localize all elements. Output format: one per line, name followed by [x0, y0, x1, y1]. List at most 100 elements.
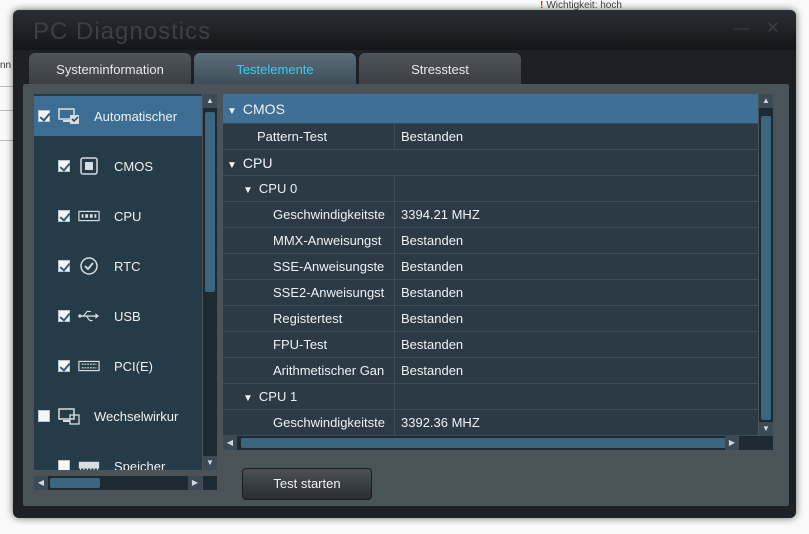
checkbox[interactable] [58, 260, 70, 272]
checkbox[interactable] [58, 210, 70, 222]
tab-stresstest[interactable]: Stresstest [359, 53, 521, 85]
checkbox[interactable] [58, 160, 70, 172]
scroll-left-icon[interactable]: ◀ [34, 476, 48, 490]
tree-horizontal-scrollbar[interactable]: ◀ ▶ [34, 476, 202, 490]
table-row[interactable]: MMX-Anweisungst Bestanden [223, 228, 758, 254]
column-separator [394, 410, 395, 436]
scrollbar-corner [203, 476, 217, 490]
column-separator [394, 280, 395, 306]
column-separator [394, 124, 395, 150]
table-row[interactable]: Registertest Bestanden [223, 306, 758, 332]
row-name: Geschwindigkeitste [273, 207, 385, 222]
row-value: Bestanden [401, 363, 464, 378]
checkbox[interactable] [38, 110, 50, 122]
scroll-up-icon[interactable]: ▲ [759, 94, 773, 108]
table-row[interactable]: ▼ CPU 1 [223, 384, 758, 410]
cpu-icon [78, 207, 100, 225]
table-row[interactable]: Pattern-Test Bestanden [223, 124, 758, 150]
monitor-check-icon [58, 107, 80, 125]
table-row[interactable]: ▼ CMOS [223, 94, 758, 124]
row-value: Bestanden [401, 311, 464, 326]
table-row[interactable]: Arithmetischer Gan Bestanden [223, 358, 758, 384]
scroll-right-icon[interactable]: ▶ [725, 436, 739, 450]
row-name: SSE-Anweisungste [273, 259, 385, 274]
tab-testelemente[interactable]: Testelemente [194, 53, 356, 85]
scroll-down-icon[interactable]: ▼ [203, 456, 217, 470]
table-row[interactable]: Geschwindigkeitste 3392.36 MHZ [223, 410, 758, 436]
tree-item-speicher[interactable]: Speicher [58, 446, 165, 470]
checkbox[interactable] [38, 410, 50, 422]
expand-triangle-icon[interactable]: ▼ [227, 160, 237, 171]
table-row[interactable]: ▼ CPU 0 [223, 176, 758, 202]
row-name: CPU 1 [258, 389, 298, 404]
memory-icon [78, 457, 100, 470]
row-value: Bestanden [401, 259, 464, 274]
results-horizontal-scrollbar[interactable]: ◀ ▶ [223, 436, 759, 450]
tree-item-wechselwirkung[interactable]: Wechselwirkur [38, 396, 178, 436]
table-row[interactable]: SSE2-Anweisungst Bestanden [223, 280, 758, 306]
tree-item-rtc[interactable]: RTC [58, 246, 140, 286]
minimize-button[interactable]: — [732, 20, 750, 38]
scroll-right-icon[interactable]: ▶ [188, 476, 202, 490]
scroll-left-icon[interactable]: ◀ [223, 436, 237, 450]
expand-triangle-icon[interactable]: ▼ [243, 185, 253, 196]
column-separator [394, 306, 395, 332]
checkbox[interactable] [58, 360, 70, 372]
row-name: FPU-Test [273, 337, 328, 352]
tree-vertical-scrollbar[interactable]: ▲ ▼ [203, 94, 217, 470]
scroll-down-icon[interactable]: ▼ [759, 422, 773, 436]
table-row[interactable]: SSE-Anweisungste Bestanden [223, 254, 758, 280]
tab-content: Automatischer CMOS CPU RTC USB PCI(E) We… [23, 84, 789, 506]
tab-systeminformation[interactable]: Systeminformation [29, 53, 191, 85]
close-button[interactable]: ✕ [764, 20, 782, 38]
tree-item-usb[interactable]: USB [58, 296, 141, 336]
row-name: MMX-Anweisungst [273, 233, 382, 248]
table-row[interactable]: Geschwindigkeitste 3394.21 MHZ [223, 202, 758, 228]
row-value: Bestanden [401, 129, 464, 144]
expand-triangle-icon[interactable]: ▼ [243, 393, 253, 404]
expand-triangle-icon[interactable]: ▼ [227, 106, 237, 117]
tree-item-label: USB [114, 308, 141, 324]
row-name: Geschwindigkeitste [273, 415, 385, 430]
row-value: Bestanden [401, 285, 464, 300]
row-value: Bestanden [401, 337, 464, 352]
row-name: CPU 0 [258, 181, 298, 196]
tree-item-cmos[interactable]: CMOS [58, 146, 153, 186]
table-row[interactable]: FPU-Test Bestanden [223, 332, 758, 358]
tree-item-label: Speicher [114, 458, 166, 471]
diagnostics-window: PC Diagnostics — ✕ Systeminformation Tes… [13, 10, 796, 518]
scroll-thumb[interactable] [50, 478, 100, 488]
column-separator [394, 254, 395, 280]
window-titlebar[interactable]: PC Diagnostics — ✕ [13, 10, 796, 50]
row-name: SSE2-Anweisungst [273, 285, 385, 300]
table-row[interactable]: ▼ CPU [223, 150, 758, 176]
tree-item-label: PCI(E) [114, 358, 153, 374]
scroll-up-icon[interactable]: ▲ [203, 94, 217, 108]
column-separator [394, 176, 395, 202]
checkbox[interactable] [58, 460, 70, 470]
scroll-thumb[interactable] [241, 438, 731, 448]
tree-item-label: CPU [114, 208, 142, 224]
tree-item-cpu[interactable]: CPU [58, 196, 141, 236]
checkbox[interactable] [58, 310, 70, 322]
background-header-strip: ! Wichtigkeit: hoch [540, 0, 740, 11]
scrollbar-corner [759, 436, 773, 450]
background-left-fragment: nn [0, 60, 12, 71]
tree-item-label: RTC [114, 258, 141, 274]
test-item-tree: Automatischer CMOS CPU RTC USB PCI(E) We… [34, 94, 202, 470]
scroll-thumb[interactable] [205, 112, 215, 292]
scroll-thumb[interactable] [761, 116, 771, 420]
column-separator [394, 202, 395, 228]
column-separator [394, 332, 395, 358]
row-name: CPU [242, 155, 273, 171]
tree-item-automatischer[interactable]: Automatischer [34, 96, 202, 136]
background-divider [0, 110, 14, 111]
background-divider [0, 86, 14, 87]
results-vertical-scrollbar[interactable]: ▲ ▼ [759, 94, 773, 436]
column-separator [394, 358, 395, 384]
start-test-button[interactable]: Test starten [242, 468, 372, 500]
row-value: Bestanden [401, 233, 464, 248]
tree-item-pcie[interactable]: PCI(E) [58, 346, 153, 386]
window-title: PC Diagnostics [33, 18, 212, 45]
tab-bar: Systeminformation Testelemente Stresstes… [29, 53, 521, 85]
